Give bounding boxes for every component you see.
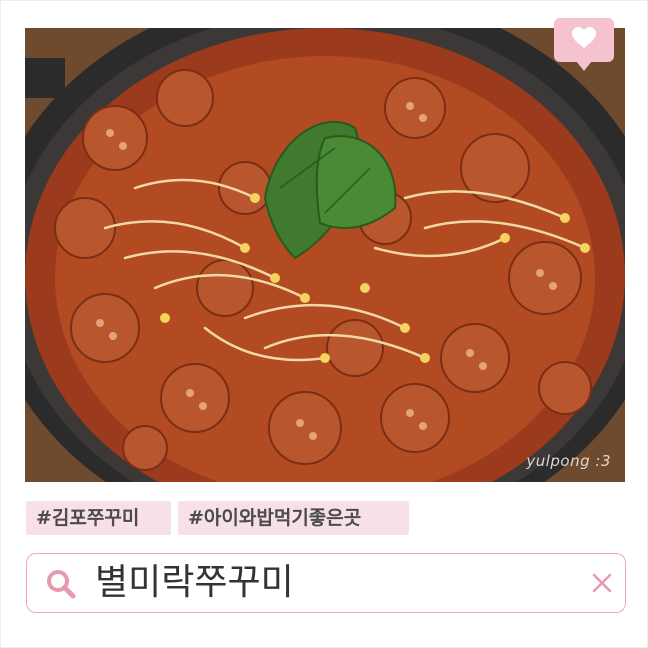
photo-watermark: yulpong :3: [526, 452, 611, 470]
food-photo: yulpong :3: [25, 28, 625, 482]
close-icon[interactable]: [591, 572, 613, 594]
search-bar[interactable]: 별미락쭈꾸미: [26, 553, 626, 613]
heart-bubble: [554, 18, 614, 71]
search-input[interactable]: 별미락쭈꾸미: [95, 554, 294, 611]
page-canvas: yulpong :3 #김포쭈꾸미 #아이와밥먹기좋은곳 별미락쭈꾸미: [0, 0, 648, 648]
food-photo-illustration: [25, 28, 625, 482]
hashtag-gimpo-jjukkumi[interactable]: #김포쭈꾸미: [26, 501, 171, 535]
heart-icon: [572, 27, 596, 48]
search-icon[interactable]: [45, 568, 77, 600]
hashtag-kid-friendly-restaurant[interactable]: #아이와밥먹기좋은곳: [178, 501, 409, 535]
